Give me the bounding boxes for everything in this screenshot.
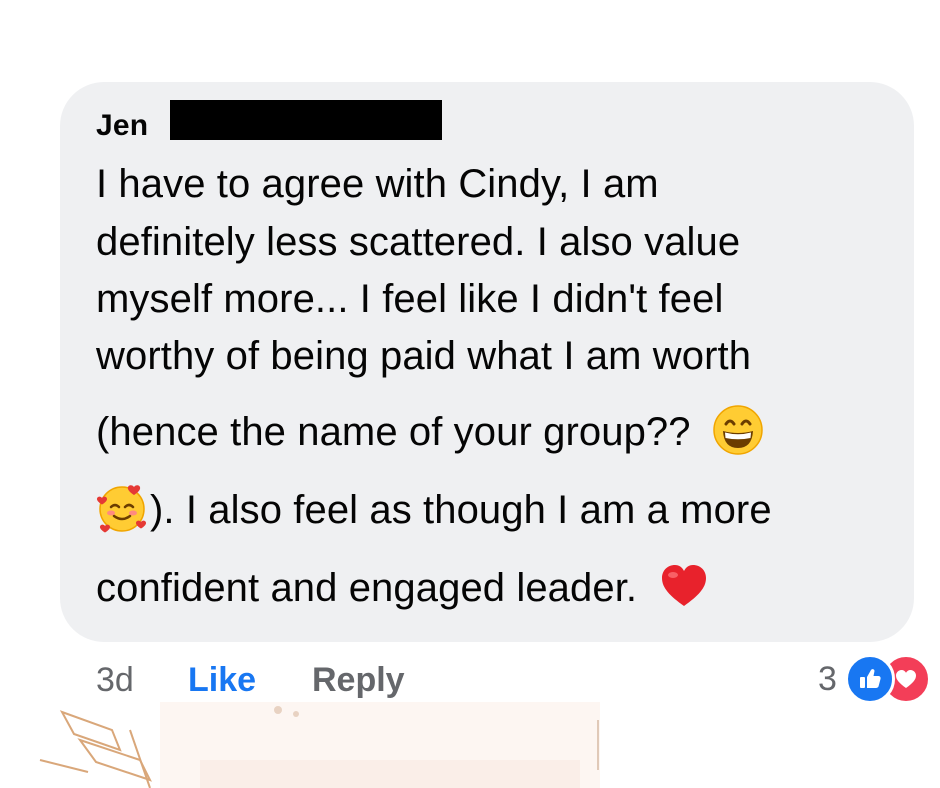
red-heart-emoji: [658, 560, 710, 612]
comment-actions: 3d Like Reply: [96, 658, 405, 702]
redaction-bar: [170, 100, 442, 140]
comment-line: myself more... I feel like I didn't feel: [96, 277, 724, 321]
author-name[interactable]: Jen: [96, 109, 148, 143]
comment-line: worthy of being paid what I am worth: [96, 334, 752, 378]
comment-line-with-emoji: ). I also feel as though I am a more: [96, 485, 772, 538]
comment-line: definitely less scattered. I also value: [96, 220, 741, 264]
like-button[interactable]: Like: [188, 661, 312, 700]
comment-line-text: confident and engaged leader.: [96, 566, 638, 610]
like-icon: [844, 654, 895, 704]
comment-line-text: ). I also feel as though I am a more: [150, 488, 772, 532]
comment-timestamp[interactable]: 3d: [96, 661, 188, 700]
comment-line-with-emoji: (hence the name of your group??: [96, 405, 764, 460]
comment-line-with-emoji: confident and engaged leader.: [96, 564, 710, 616]
background-decoration: [0, 700, 940, 788]
author-row: Jen: [96, 106, 148, 146]
grinning-face-emoji: [712, 404, 764, 456]
comment-line: I have to agree with Cindy, I am: [96, 162, 659, 206]
comment-screenshot: Jen I have to agree with Cindy, I am def…: [0, 0, 940, 788]
comment-line-text: (hence the name of your group??: [96, 410, 691, 454]
reply-button[interactable]: Reply: [312, 661, 405, 700]
reaction-count: 3: [818, 659, 837, 698]
smiling-face-with-hearts-emoji: [96, 482, 148, 534]
reactions-summary[interactable]: 3: [818, 654, 931, 704]
